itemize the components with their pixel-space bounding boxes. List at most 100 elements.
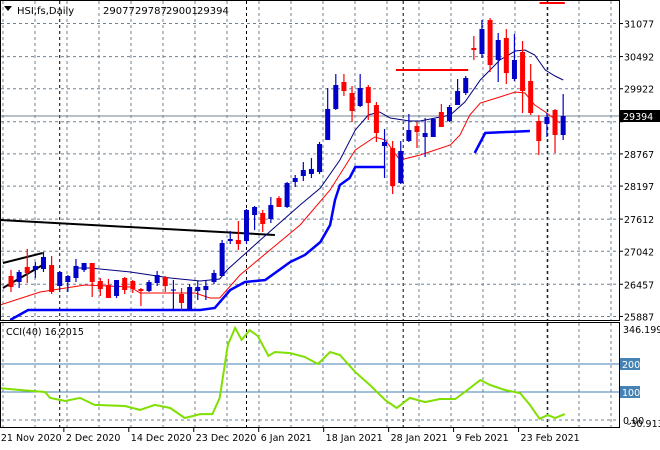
price-tick-label: 31077: [624, 20, 654, 31]
candle-bullish: [16, 272, 22, 282]
cci-level-label: 200: [622, 360, 640, 371]
ohlc-open: 29077: [103, 6, 135, 17]
candle-bearish: [260, 212, 266, 224]
candle-bullish: [406, 130, 412, 142]
candle-bullish: [455, 91, 461, 106]
ohlc-high: 29787: [135, 6, 167, 17]
last-price-label: 29394: [623, 112, 653, 123]
candle-bearish: [24, 266, 30, 274]
price-chart[interactable]: 200 100 31077 30492 29922 28767 28197 27612 270…: [0, 0, 660, 450]
cci-top-label: 346.1991: [623, 325, 660, 336]
candle-bullish: [154, 275, 160, 284]
candle-bearish: [552, 109, 558, 135]
candle-bearish: [349, 93, 355, 112]
candle-bullish: [252, 206, 258, 216]
candle-bullish: [398, 151, 404, 184]
candle-bullish: [203, 286, 209, 291]
cci-panel-border: [0, 322, 620, 428]
trend-line: [2, 252, 43, 264]
candle-bullish: [422, 133, 428, 138]
time-tick-label: 23 Dec 2020: [196, 433, 257, 444]
time-tick-label: 14 Dec 2020: [131, 433, 192, 444]
candle-bearish: [235, 240, 241, 245]
candle-bullish: [195, 287, 201, 291]
collapse-triangle-icon[interactable]: [4, 6, 12, 11]
time-tick-label: 2 Dec 2020: [66, 433, 121, 444]
candle-bullish: [57, 272, 63, 287]
candle-bullish: [40, 256, 46, 270]
time-tick-label: 6 Jan 2021: [261, 433, 312, 444]
candle-bearish: [89, 262, 95, 282]
price-tick-label: 25887: [624, 312, 654, 323]
candle-bullish: [495, 40, 501, 60]
candle-bearish: [536, 120, 542, 142]
cci-bottom-label: -30.9138: [627, 419, 660, 430]
cci-level-label: 100: [622, 388, 640, 399]
candle-bullish: [430, 119, 436, 138]
time-tick-label: 21 Nov 2020: [1, 433, 62, 444]
time-axis: 21 Nov 2020 2 Dec 2020 14 Dec 2020 23 Dec 2…: [1, 428, 580, 444]
candle-bearish: [97, 280, 103, 289]
price-tick-label: 28197: [624, 182, 654, 193]
candle-bullish: [357, 87, 363, 106]
candle-bullish: [73, 265, 79, 278]
candle-bullish: [219, 243, 225, 277]
candle-bullish: [463, 77, 469, 94]
ohlc-close: 29394: [197, 6, 229, 17]
candle-bullish: [446, 106, 452, 121]
candle-bearish: [162, 276, 168, 287]
time-tick-label: 28 Jan 2021: [391, 433, 448, 444]
candle-bearish: [130, 280, 136, 289]
candle-bullish: [114, 280, 120, 296]
candle-bullish: [65, 276, 71, 282]
candle-bullish: [317, 144, 323, 173]
candle-bullish: [511, 59, 517, 80]
candle-bullish: [268, 205, 274, 220]
cci-line: [0, 325, 566, 421]
candle-bearish: [471, 48, 477, 50]
time-tick-label: 23 Feb 2021: [521, 433, 580, 444]
candle-bullish: [170, 289, 176, 291]
chart-title: HSI,fs,Daily: [17, 6, 74, 17]
candle-bearish: [49, 265, 55, 292]
candle-bearish: [122, 277, 128, 291]
time-tick-label: 18 Jan 2021: [326, 433, 383, 444]
candle-bearish: [390, 148, 396, 187]
candle-bullish: [308, 169, 314, 174]
candle-bearish: [341, 81, 347, 92]
candle-bullish: [325, 108, 331, 141]
candle-bullish: [227, 238, 233, 242]
cci-panel: 200 100: [0, 325, 640, 421]
candle-bullish: [243, 209, 249, 242]
candle-bullish: [292, 177, 298, 182]
candle-bearish: [373, 105, 379, 134]
candle-bullish: [32, 265, 38, 270]
candle-bullish: [479, 29, 485, 55]
candle-bearish: [503, 37, 509, 74]
candle-bearish: [105, 284, 111, 299]
price-tick-label: 29922: [624, 85, 654, 96]
candle-bullish: [333, 84, 339, 109]
candle-bearish: [8, 276, 14, 288]
candle-bullish: [300, 169, 306, 177]
candle-bullish: [187, 287, 193, 310]
candle-bearish: [528, 80, 534, 113]
candle-bearish: [438, 112, 444, 127]
candle-bullish: [544, 116, 550, 124]
candle-bearish: [414, 126, 420, 132]
price-tick-label: 28767: [624, 150, 654, 161]
ohlc-low: 29001: [166, 6, 198, 17]
price-tick-label: 27042: [624, 247, 654, 258]
price-tick-label: 27612: [624, 215, 654, 226]
candle-bullish: [146, 281, 152, 291]
candle-bearish: [365, 87, 371, 103]
candle-bearish: [276, 198, 282, 207]
trend-line: [0, 219, 275, 236]
price-tick-label: 30492: [624, 53, 654, 64]
candles: [8, 18, 566, 310]
price-tick-label: 26457: [624, 280, 654, 291]
candle-bearish: [487, 19, 493, 66]
cci-label: CCI(40) 16.2015: [6, 327, 84, 338]
candle-bullish: [211, 273, 217, 282]
candle-bullish: [284, 183, 290, 207]
